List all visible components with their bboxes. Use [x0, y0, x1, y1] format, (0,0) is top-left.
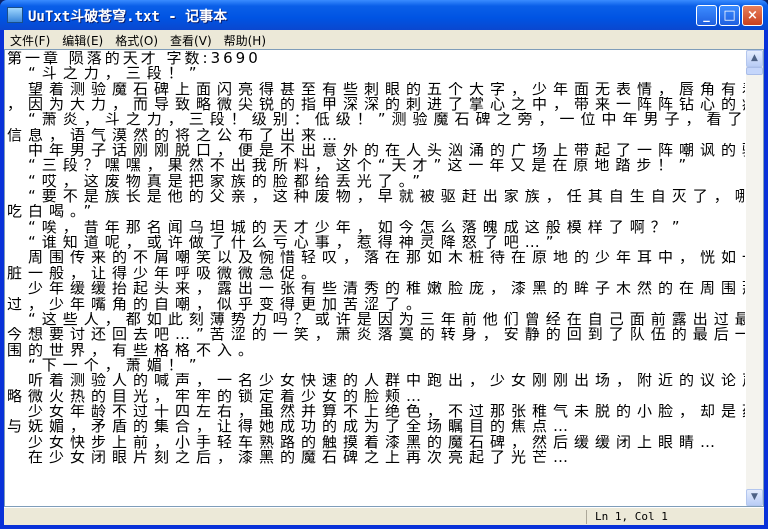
text-line: “下一个，萧媚！” — [7, 357, 203, 374]
text-line: 与妩媚，矛盾的集合，让得她成功的成为了全场瞩目的焦点… — [7, 419, 575, 435]
text-line: “哎，这废物真是把家族的脸都给丢光了。” — [7, 173, 427, 190]
text-line: “萧炎，斗之力，三段！级别：低级！”测验魔石碑之旁，一位中年男子，看了一眼碑上所… — [28, 112, 745, 128]
notepad-icon — [7, 7, 23, 23]
menu-file[interactable]: 文件(F) — [4, 30, 56, 49]
text-line: 脏一般，让得少年呼吸微微急促。 — [7, 265, 323, 282]
text-line: “唉，昔年那名闻乌坦城的天才少年，如今怎么落魄成这般模样了啊？” — [7, 219, 686, 236]
status-bar: Ln 1, Col 1 — [4, 507, 764, 525]
text-line: 少女快步上前，小手轻车熟路的触摸着漆黑的魔石碑，然后缓缓闭上眼睛… — [7, 434, 722, 450]
text-line: 今想要讨还回去吧…”苦涩的一笑，萧炎落寞的转身，安静的回到了队伍的最后一排，孤单… — [7, 327, 745, 343]
text-line: “这些人，都如此刻薄势力吗？或许是因为三年前他们曾经在自己面前露出过最谦卑的笑容… — [28, 311, 745, 328]
text-line: “要不是族长是他的父亲，这种废物，早就被驱赶出家族，任其自生自灭了，哪还有机会待… — [28, 189, 745, 205]
window-title: UuTxt斗破苍穹.txt - 记事本 — [28, 9, 228, 25]
text-line: 望着测验魔石碑上面闪亮得甚至有些刺眼的五个大字，少年面无表情，唇角有着一抹自嘲，… — [28, 81, 745, 98]
scroll-down-icon[interactable]: ▼ — [746, 489, 763, 506]
text-line: 信息，语气漠然的将之公布了出来… — [7, 127, 344, 144]
text-editor[interactable]: 第一章 陨落的天才 字数:3690 “斗之力，三段！” 望着测验魔石碑上面闪亮得… — [4, 49, 764, 507]
maximize-button[interactable]: □ — [719, 5, 740, 26]
vertical-scrollbar[interactable]: ▲ ▼ — [746, 50, 763, 506]
scroll-up-icon[interactable]: ▲ — [746, 50, 763, 67]
text-line: 在少女闭眼片刻之后，漆黑的魔石碑之上再次亮起了光芒… — [7, 449, 575, 466]
text-line: “斗之力，三段！” — [7, 66, 203, 82]
text-line: 过，少年嘴角的自嘲，似乎变得更加苦涩了。 — [7, 296, 428, 312]
text-line: ，因为大力，而导致略微尖锐的指甲深深的刺进了掌心之中，带来一阵阵钻心的疼痛… — [7, 97, 745, 113]
menu-format[interactable]: 格式(O) — [109, 30, 164, 49]
text-line: 围的世界，有些格格不入。 — [7, 342, 260, 358]
scroll-thumb[interactable] — [746, 67, 763, 75]
menu-edit[interactable]: 编辑(E) — [56, 30, 109, 49]
text-line: 吃白喝。” — [7, 204, 98, 220]
menu-view[interactable]: 查看(V) — [164, 30, 218, 49]
text-line: 略微火热的目光，牢牢的锁定着少女的脸颊… — [7, 388, 428, 404]
text-line: 听着测验人的喊声，一名少女快速的人群中跑出，少女刚刚出场，附近的议论声便是小了许… — [28, 373, 745, 389]
text-line: 周围传来的不屑嘲笑以及惋惜轻叹，落在那如木桩待在原地的少年耳中，恍如一根根利刺狠… — [28, 250, 745, 266]
text-line: 少年缓缓抬起头来，露出一张有些清秀的稚嫩脸庞，漆黑的眸子木然的在周围那些嘲讽的同… — [28, 281, 745, 297]
text-line: 中年男子话刚刚脱口，便是不出意外的在人头汹涌的广场上带起了一阵嘲讽的骚动。 — [7, 143, 745, 159]
text-line: “三段？嘿嘿，果然不出我所料，这个“天才”这一年又是在原地踏步！” — [7, 158, 693, 174]
minimize-button[interactable]: _ — [696, 5, 717, 26]
text-line: 第一章 陨落的天才 字数:3690 — [7, 51, 261, 67]
text-line: 少女年龄不过十四左右，虽然并算不上绝色，不过那张稚气未脱的小脸，却是蕴含着淡淡的… — [28, 403, 745, 420]
document-text[interactable]: 第一章 陨落的天才 字数:3690 “斗之力，三段！” 望着测验魔石碑上面闪亮得… — [7, 51, 745, 465]
text-line: “谁知道呢，或许做了什么亏心事，惹得神灵降怒了吧…” — [7, 235, 560, 251]
title-bar[interactable]: UuTxt斗破苍穹.txt - 记事本 _ □ × — [0, 0, 768, 30]
notepad-window: UuTxt斗破苍穹.txt - 记事本 _ □ × 文件(F) 编辑(E) 格式… — [0, 0, 768, 529]
cursor-position: Ln 1, Col 1 — [586, 510, 668, 524]
menu-bar: 文件(F) 编辑(E) 格式(O) 查看(V) 帮助(H) — [4, 30, 764, 49]
menu-help[interactable]: 帮助(H) — [218, 30, 272, 49]
close-button[interactable]: × — [742, 5, 763, 26]
